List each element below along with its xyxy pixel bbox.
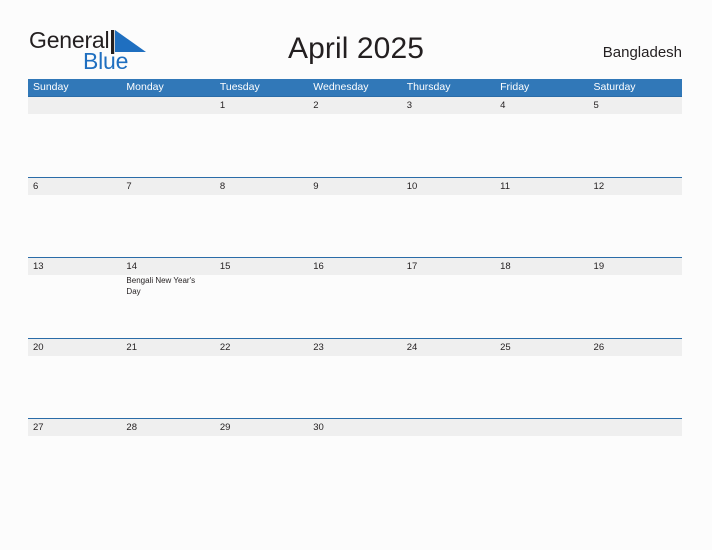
weekday-header-thursday: Thursday	[406, 81, 451, 93]
week-daynumber-strip: 27 28 29 30	[28, 419, 682, 437]
holiday-event-label: Bengali New Year's Day	[126, 276, 196, 296]
day-cell-7[interactable]	[121, 195, 214, 257]
day-cell-15[interactable]	[215, 275, 308, 337]
week-daynumber-strip: 13 14 15 16 17 18 19	[28, 258, 682, 276]
week-event-body	[28, 436, 682, 499]
page-header: General Blue April 2025 Bangladesh	[0, 0, 712, 78]
day-cell-12[interactable]	[589, 195, 682, 257]
day-cell-11[interactable]	[495, 195, 588, 257]
calendar-week-row: 13 14 15 16 17 18 19 Bengali New Year's Day	[28, 257, 682, 338]
day-number-25[interactable]: 25	[495, 339, 588, 356]
day-number-empty	[121, 97, 214, 114]
week-event-body: Bengali New Year's Day	[28, 275, 682, 338]
day-cell-6[interactable]	[28, 195, 121, 257]
day-number-23[interactable]: 23	[308, 339, 401, 356]
day-number-14[interactable]: 14	[121, 258, 214, 275]
day-cell-28[interactable]	[121, 436, 214, 498]
day-number-12[interactable]: 12	[589, 178, 682, 195]
day-cell-empty	[402, 436, 495, 498]
day-cell-30[interactable]	[308, 436, 401, 498]
weekday-header-sunday: Sunday	[33, 81, 69, 93]
day-number-30[interactable]: 30	[308, 419, 401, 436]
day-number-empty	[402, 419, 495, 436]
day-number-10[interactable]: 10	[402, 178, 495, 195]
day-cell-16[interactable]	[308, 275, 401, 337]
day-cell-25[interactable]	[495, 356, 588, 418]
weekday-header-monday: Monday	[126, 81, 164, 93]
day-number-21[interactable]: 21	[121, 339, 214, 356]
day-number-19[interactable]: 19	[589, 258, 682, 275]
day-number-6[interactable]: 6	[28, 178, 121, 195]
day-cell-2[interactable]	[308, 114, 401, 176]
day-number-29[interactable]: 29	[215, 419, 308, 436]
day-number-7[interactable]: 7	[121, 178, 214, 195]
day-number-20[interactable]: 20	[28, 339, 121, 356]
day-number-3[interactable]: 3	[402, 97, 495, 114]
weekday-header-row: Sunday Monday Tuesday Wednesday Thursday Frid…	[28, 79, 682, 96]
day-cell-14[interactable]: Bengali New Year's Day	[121, 275, 214, 337]
day-number-28[interactable]: 28	[121, 419, 214, 436]
day-cell-21[interactable]	[121, 356, 214, 418]
day-number-5[interactable]: 5	[589, 97, 682, 114]
day-cell-5[interactable]	[589, 114, 682, 176]
calendar-week-row: 12345	[28, 96, 682, 177]
weekday-header-saturday: Saturday	[593, 81, 636, 93]
day-cell-8[interactable]	[215, 195, 308, 257]
weekday-header-wednesday: Wednesday	[313, 81, 369, 93]
day-cell-20[interactable]	[28, 356, 121, 418]
day-number-26[interactable]: 26	[589, 339, 682, 356]
day-cell-1[interactable]	[215, 114, 308, 176]
day-cell-3[interactable]	[402, 114, 495, 176]
day-cell-26[interactable]	[589, 356, 682, 418]
week-daynumber-strip: 20 21 22 23 24 25 26	[28, 338, 682, 356]
week-daynumber-strip: 12345	[28, 97, 682, 114]
day-number-empty	[28, 97, 121, 114]
day-cell-22[interactable]	[215, 356, 308, 418]
week-event-body	[28, 114, 682, 176]
day-cell-27[interactable]	[28, 436, 121, 498]
calendar-week-row: 20 21 22 23 24 25 26	[28, 337, 682, 419]
day-cell-17[interactable]	[402, 275, 495, 337]
day-cell-19[interactable]	[589, 275, 682, 337]
day-number-17[interactable]: 17	[402, 258, 495, 275]
day-number-15[interactable]: 15	[215, 258, 308, 275]
day-cell-29[interactable]	[215, 436, 308, 498]
weekday-header-friday: Friday	[500, 81, 530, 93]
day-number-empty	[495, 419, 588, 436]
week-event-body	[28, 194, 682, 257]
day-cell-4[interactable]	[495, 114, 588, 176]
calendar-week-row: 27 28 29 30	[28, 418, 682, 499]
day-cell-empty	[121, 114, 214, 176]
week-daynumber-strip: 6 7 8 9 10 11 12	[28, 177, 682, 195]
day-cell-empty	[589, 436, 682, 498]
day-number-2[interactable]: 2	[308, 97, 401, 114]
day-number-4[interactable]: 4	[495, 97, 588, 114]
week-event-body	[28, 355, 682, 418]
calendar-page: General Blue April 2025 Bangladesh Sunda…	[0, 0, 712, 550]
day-cell-18[interactable]	[495, 275, 588, 337]
day-number-9[interactable]: 9	[308, 178, 401, 195]
day-cell-empty	[495, 436, 588, 498]
day-number-27[interactable]: 27	[28, 419, 121, 436]
day-number-11[interactable]: 11	[495, 178, 588, 195]
country-label: Bangladesh	[602, 44, 682, 61]
day-cell-13[interactable]	[28, 275, 121, 337]
day-cell-23[interactable]	[308, 356, 401, 418]
day-cell-24[interactable]	[402, 356, 495, 418]
day-number-8[interactable]: 8	[215, 178, 308, 195]
day-number-16[interactable]: 16	[308, 258, 401, 275]
day-number-18[interactable]: 18	[495, 258, 588, 275]
calendar-week-row: 6 7 8 9 10 11 12	[28, 176, 682, 258]
day-number-1[interactable]: 1	[215, 97, 308, 114]
day-cell-9[interactable]	[308, 195, 401, 257]
day-cell-empty	[28, 114, 121, 176]
day-number-22[interactable]: 22	[215, 339, 308, 356]
weekday-header-tuesday: Tuesday	[219, 81, 260, 93]
calendar-weeks: 1 2 3 4 5 6 7 8 9 10 11 12 13 14 15 16 17 18 19 Bengali New…	[28, 96, 682, 499]
day-number-empty	[589, 419, 682, 436]
day-number-24[interactable]: 24	[402, 339, 495, 356]
day-number-13[interactable]: 13	[28, 258, 121, 275]
calendar-grid: Sunday Monday Tuesday Wednesday Thursday Frid…	[28, 79, 682, 499]
day-cell-10[interactable]	[402, 195, 495, 257]
